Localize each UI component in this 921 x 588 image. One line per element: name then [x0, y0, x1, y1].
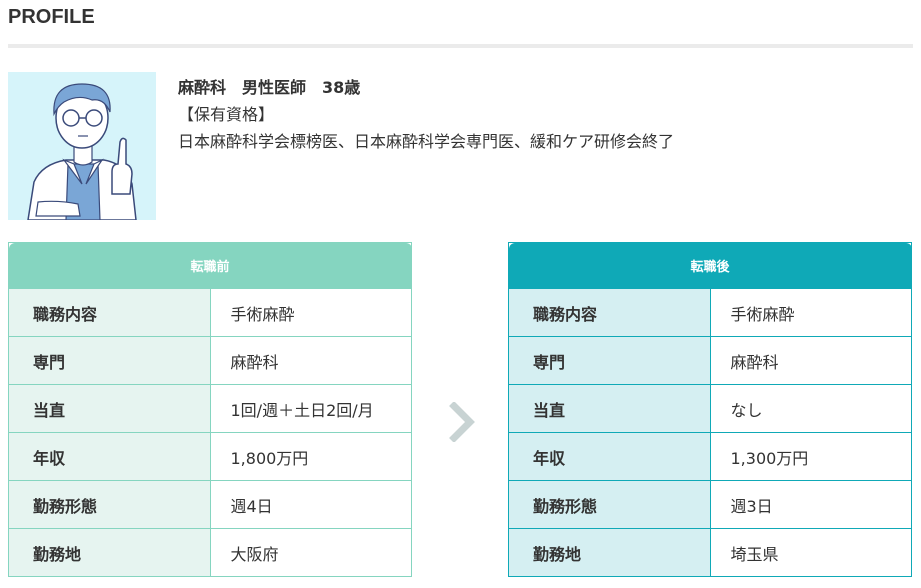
gender-text: 男性医師 [242, 78, 307, 97]
row-label: 職務内容 [508, 288, 711, 337]
before-table-title: 転職前 [8, 242, 412, 289]
row-value: 1,300万円 [709, 432, 912, 481]
row-label: 勤務形態 [508, 480, 711, 529]
chevron-right-icon [448, 401, 476, 443]
row-value: 1回/週＋土日2回/月 [209, 384, 412, 433]
after-table-title: 転職後 [508, 242, 912, 289]
profile-title: 麻酔科 男性医師 38歳 [178, 74, 674, 101]
profile-summary: 麻酔科 男性医師 38歳 【保有資格】 日本麻酔科学会標榜医、日本麻酔科学会専門医、… [178, 74, 674, 155]
table-row: 年収 1,300万円 [508, 432, 912, 481]
row-label: 当直 [8, 384, 211, 433]
row-label: 専門 [8, 336, 211, 385]
table-row: 年収 1,800万円 [8, 432, 412, 481]
table-row: 勤務形態 週4日 [8, 480, 412, 529]
table-row: 職務内容 手術麻酔 [8, 288, 412, 337]
specialty-text: 麻酔科 [178, 78, 227, 97]
table-row: 勤務形態 週3日 [508, 480, 912, 529]
row-value: 麻酔科 [209, 336, 412, 385]
table-row: 当直 1回/週＋土日2回/月 [8, 384, 412, 433]
row-label: 専門 [508, 336, 711, 385]
row-label: 勤務形態 [8, 480, 211, 529]
heading-divider [8, 44, 913, 48]
section-heading: PROFILE [8, 6, 95, 28]
doctor-avatar-icon [8, 72, 156, 220]
row-label: 年収 [508, 432, 711, 481]
row-label: 勤務地 [8, 528, 211, 577]
row-value: 週4日 [209, 480, 412, 529]
row-label: 当直 [508, 384, 711, 433]
after-table: 転職後 職務内容 手術麻酔 専門 麻酔科 当直 なし 年収 1,300万円 勤務形態 週3… [508, 242, 912, 577]
table-row: 当直 なし [508, 384, 912, 433]
row-value: 麻酔科 [709, 336, 912, 385]
before-table: 転職前 職務内容 手術麻酔 専門 麻酔科 当直 1回/週＋土日2回/月 年収 1,800… [8, 242, 412, 577]
row-value: 手術麻酔 [209, 288, 412, 337]
row-value: なし [709, 384, 912, 433]
row-label: 年収 [8, 432, 211, 481]
row-value: 1,800万円 [209, 432, 412, 481]
table-row: 専門 麻酔科 [8, 336, 412, 385]
table-row: 職務内容 手術麻酔 [508, 288, 912, 337]
table-row: 勤務地 埼玉県 [508, 528, 912, 577]
row-value: 埼玉県 [709, 528, 912, 577]
qualification-list: 日本麻酔科学会標榜医、日本麻酔科学会専門医、緩和ケア研修会終了 [178, 132, 675, 151]
row-value: 週3日 [709, 480, 912, 529]
age-text: 38歳 [322, 78, 361, 97]
row-label: 職務内容 [8, 288, 211, 337]
row-value: 大阪府 [209, 528, 412, 577]
table-row: 勤務地 大阪府 [8, 528, 412, 577]
row-value: 手術麻酔 [709, 288, 912, 337]
table-row: 専門 麻酔科 [508, 336, 912, 385]
row-label: 勤務地 [508, 528, 711, 577]
qualification-label: 【保有資格】 [178, 105, 275, 124]
